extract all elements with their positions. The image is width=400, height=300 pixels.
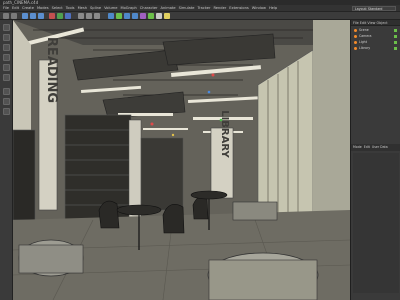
bookshelf-left: [64, 114, 132, 221]
attributes-tab-mode[interactable]: Mode: [353, 144, 362, 151]
rotate-tool-icon[interactable]: [38, 13, 44, 19]
layout-dropdown[interactable]: Layout: Standard: [352, 6, 396, 11]
light-object-icon: [354, 41, 357, 44]
undo-icon[interactable]: [3, 13, 9, 19]
menu-item-tracker[interactable]: Tracker: [198, 5, 211, 12]
z-axis-icon[interactable]: [65, 13, 71, 19]
menu-item-window[interactable]: Window: [252, 5, 266, 12]
ceiling-panel: [72, 49, 179, 81]
attributes-tab-user-data[interactable]: User Data: [372, 144, 388, 151]
polygons-mode-icon[interactable]: [3, 74, 10, 81]
scale-tool-icon[interactable]: [30, 13, 36, 19]
menu-item-create[interactable]: Create: [22, 5, 34, 12]
attributes-panel-body: [353, 153, 399, 293]
menu-items: File Edit Create Modes Select Tools Mesh…: [3, 5, 277, 12]
menu-item-simulate[interactable]: Simulate: [179, 5, 195, 12]
snapping-icon[interactable]: [3, 98, 10, 105]
object-row[interactable]: Light: [353, 40, 399, 45]
y-axis-icon[interactable]: [57, 13, 63, 19]
ottoman-right-body: [208, 259, 318, 300]
table: [116, 204, 162, 216]
menu-item-file[interactable]: File: [3, 5, 9, 12]
group-object-icon: [354, 47, 357, 50]
bookshelf-back: [140, 137, 184, 211]
camera-object-icon: [354, 35, 357, 38]
reading-sign: READING: [44, 37, 59, 103]
menu-item-character[interactable]: Character: [140, 5, 158, 12]
viewport-3d[interactable]: READING LIBRARY: [13, 20, 350, 300]
attributes-panel-tabs: Mode Edit User Data: [351, 144, 400, 151]
attributes-tab-edit[interactable]: Edit: [364, 144, 370, 151]
model-mode-icon[interactable]: [3, 34, 10, 41]
bookshelf-far-left: [13, 129, 36, 221]
x-axis-icon[interactable]: [49, 13, 55, 19]
axis-mode-icon[interactable]: [3, 88, 10, 95]
points-mode-icon[interactable]: [3, 54, 10, 61]
deformer-icon[interactable]: [140, 13, 146, 19]
null-object-icon: [354, 29, 357, 32]
camera-icon[interactable]: [156, 13, 162, 19]
menu-bar: File Edit Create Modes Select Tools Mesh…: [0, 5, 400, 12]
edges-mode-icon[interactable]: [3, 64, 10, 71]
subdivision-icon[interactable]: [124, 13, 130, 19]
layout-dropdown-label: Layout: Standard: [355, 7, 383, 11]
menu-item-tools[interactable]: Tools: [66, 5, 75, 12]
menu-item-animate[interactable]: Animate: [161, 5, 176, 12]
workplane-icon[interactable]: [3, 108, 10, 115]
visibility-check-icon[interactable]: [394, 47, 397, 50]
render-picture-viewer-icon[interactable]: [86, 13, 92, 19]
table: [190, 190, 228, 200]
menu-item-render[interactable]: Render: [213, 5, 226, 12]
menu-item-help[interactable]: Help: [269, 5, 277, 12]
menu-item-modes[interactable]: Modes: [37, 5, 49, 12]
object-row[interactable]: Library: [353, 46, 399, 51]
spline-pen-icon[interactable]: [116, 13, 122, 19]
menu-item-edit[interactable]: Edit: [12, 5, 19, 12]
object-row[interactable]: Camera: [353, 34, 399, 39]
extrude-icon[interactable]: [132, 13, 138, 19]
visibility-check-icon[interactable]: [394, 35, 397, 38]
render-view-icon[interactable]: [78, 13, 84, 19]
library-sign: LIBRARY: [219, 110, 230, 158]
render-settings-icon[interactable]: [94, 13, 100, 19]
menu-item-mograph[interactable]: MoGraph: [120, 5, 136, 12]
texture-mode-icon[interactable]: [3, 44, 10, 51]
top-toolbar: [0, 12, 400, 20]
environment-icon[interactable]: [148, 13, 154, 19]
menu-item-mesh[interactable]: Mesh: [78, 5, 87, 12]
object-row[interactable]: Scene: [353, 28, 399, 33]
left-tool-strip: [0, 20, 13, 300]
object-name: Light: [359, 40, 367, 44]
light-icon[interactable]: [164, 13, 170, 19]
visibility-check-icon[interactable]: [394, 29, 397, 32]
stool: [232, 201, 278, 221]
objects-panel-menu[interactable]: File Edit View Object: [353, 20, 388, 26]
make-editable-icon[interactable]: [3, 24, 10, 31]
menu-item-select[interactable]: Select: [52, 5, 63, 12]
object-name: Library: [359, 46, 371, 50]
menu-item-spline[interactable]: Spline: [90, 5, 101, 12]
right-panel: File Edit View Object Scene Camera Light…: [350, 20, 400, 300]
visibility-check-icon[interactable]: [394, 41, 397, 44]
objects-panel-header: File Edit View Object: [351, 20, 400, 26]
menu-item-extensions[interactable]: Extensions: [229, 5, 249, 12]
move-tool-icon[interactable]: [22, 13, 28, 19]
redo-icon[interactable]: [11, 13, 17, 19]
ottoman-left-body: [18, 244, 84, 274]
cube-icon[interactable]: [108, 13, 114, 19]
menu-item-volume[interactable]: Volume: [104, 5, 117, 12]
object-name: Scene: [359, 28, 369, 32]
object-name: Camera: [359, 34, 372, 38]
scene-render: READING LIBRARY: [13, 20, 350, 300]
